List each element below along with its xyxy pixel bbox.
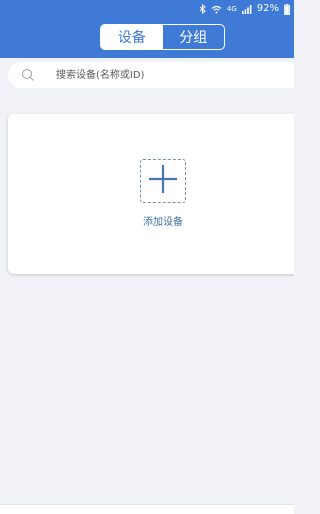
add-device-button[interactable]: 添加设备 (138, 159, 188, 228)
4g-icon: 4G (226, 5, 237, 13)
status-bar: 4G 92% (199, 1, 290, 17)
search-icon (20, 67, 36, 83)
cart-icon[interactable] (150, 509, 164, 514)
header-bar: 4G 92% 设备 分组 (0, 0, 294, 58)
home-icon[interactable] (42, 509, 56, 514)
profile-icon[interactable] (266, 509, 278, 514)
tab-groups-label: 分组 (179, 30, 208, 46)
search-input[interactable] (54, 68, 258, 82)
device-group-toggle: 设备 分组 (100, 24, 225, 50)
bottom-nav (0, 504, 294, 514)
add-device-box[interactable] (140, 159, 186, 203)
tab-devices[interactable]: 设备 (101, 25, 163, 49)
tab-groups[interactable]: 分组 (163, 25, 225, 49)
battery-percent: 92% (256, 3, 279, 14)
search-box[interactable] (8, 62, 294, 88)
plus-icon (146, 162, 180, 200)
tab-devices-label: 设备 (117, 30, 146, 46)
device-list-card: 添加设备 (8, 114, 294, 274)
search-bar (0, 58, 294, 92)
bluetooth-icon (199, 4, 206, 14)
battery-icon (284, 3, 290, 15)
wifi-icon (211, 5, 222, 14)
signal-icon (241, 4, 252, 14)
app-screen: 4G 92% 设备 分组 搜索设备(名称或ID) 添加设备 (0, 0, 294, 514)
add-device-label: 添加设备 (143, 217, 183, 228)
